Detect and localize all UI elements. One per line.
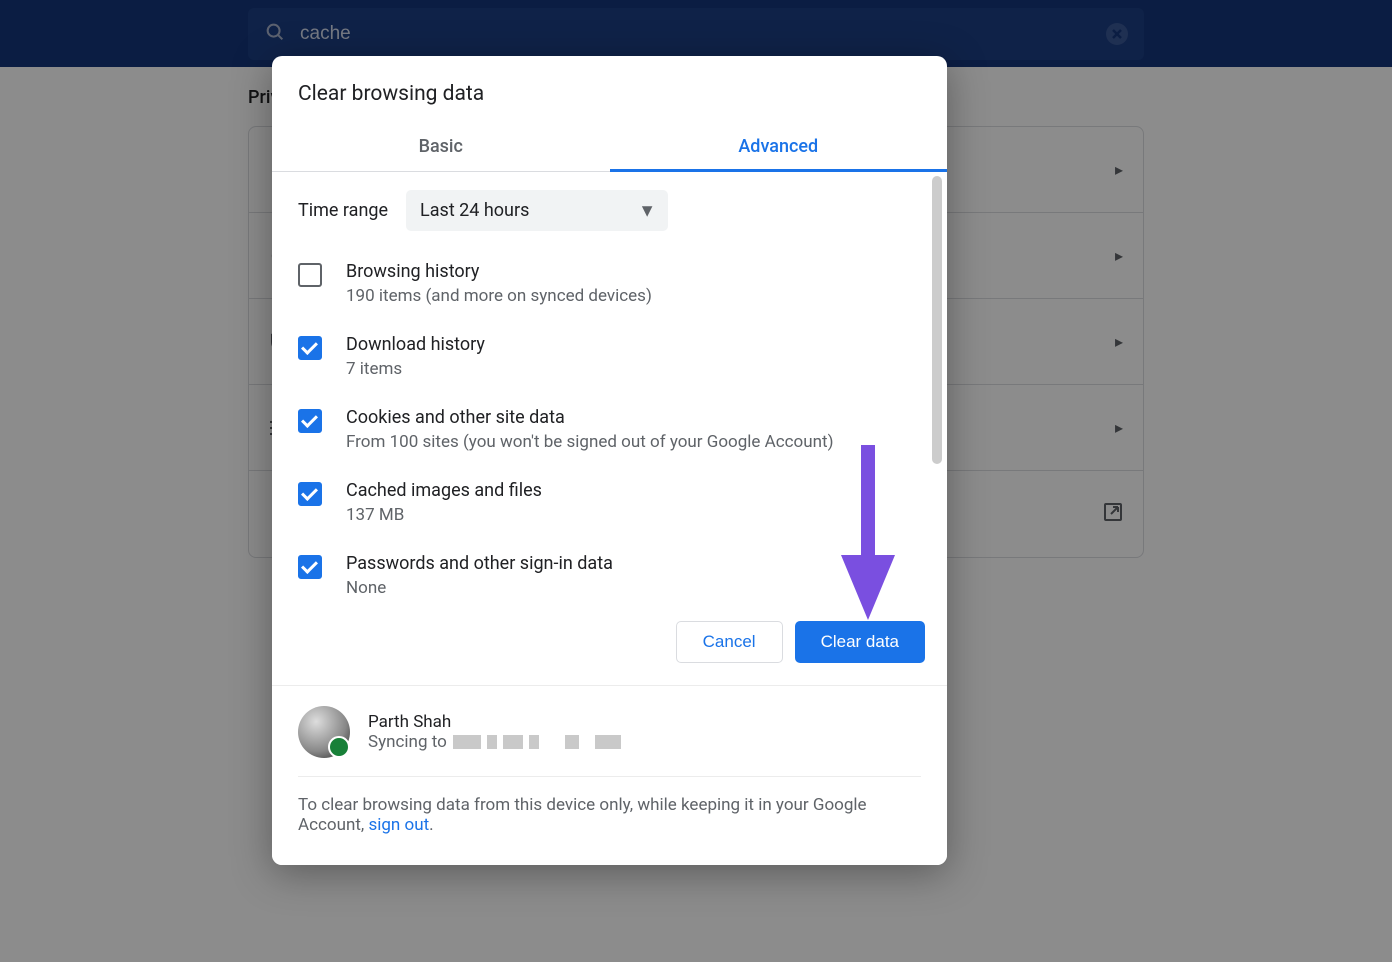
checkbox[interactable]	[298, 482, 322, 506]
sign-out-link[interactable]: sign out	[368, 815, 429, 835]
time-range-label: Time range	[298, 200, 388, 221]
dialog-footer: Parth Shah Syncing to To clear browsing …	[272, 685, 947, 865]
option-download-history[interactable]: Download history7 items	[298, 324, 921, 397]
checkbox[interactable]	[298, 263, 322, 287]
scrollbar[interactable]	[932, 176, 942, 464]
avatar	[298, 706, 350, 758]
sync-status: Syncing to	[368, 732, 621, 752]
option-browsing-history[interactable]: Browsing history190 items (and more on s…	[298, 251, 921, 324]
option-cached-images[interactable]: Cached images and files137 MB	[298, 470, 921, 543]
option-passwords[interactable]: Passwords and other sign-in dataNone	[298, 543, 921, 598]
profile-name: Parth Shah	[368, 712, 621, 732]
checkbox[interactable]	[298, 336, 322, 360]
dialog-actions: Cancel Clear data	[272, 598, 947, 685]
dropdown-icon: ▼	[638, 200, 656, 221]
option-cookies[interactable]: Cookies and other site dataFrom 100 site…	[298, 397, 921, 470]
checkbox[interactable]	[298, 409, 322, 433]
clear-data-button[interactable]: Clear data	[795, 621, 925, 663]
dialog-title: Clear browsing data	[272, 56, 947, 122]
tab-advanced[interactable]: Advanced	[610, 122, 948, 171]
checkbox[interactable]	[298, 555, 322, 579]
profile-row: Parth Shah Syncing to	[298, 706, 921, 758]
time-range-select[interactable]: Last 24 hours ▼	[406, 190, 668, 231]
tab-basic[interactable]: Basic	[272, 122, 610, 171]
time-range-row: Time range Last 24 hours ▼	[298, 190, 921, 231]
clear-browsing-data-dialog: Clear browsing data Basic Advanced Time …	[272, 56, 947, 865]
cancel-button[interactable]: Cancel	[676, 621, 783, 663]
dialog-tabs: Basic Advanced	[272, 122, 947, 172]
footer-text: To clear browsing data from this device …	[298, 776, 921, 835]
dialog-body: Time range Last 24 hours ▼ Browsing hist…	[272, 172, 947, 598]
